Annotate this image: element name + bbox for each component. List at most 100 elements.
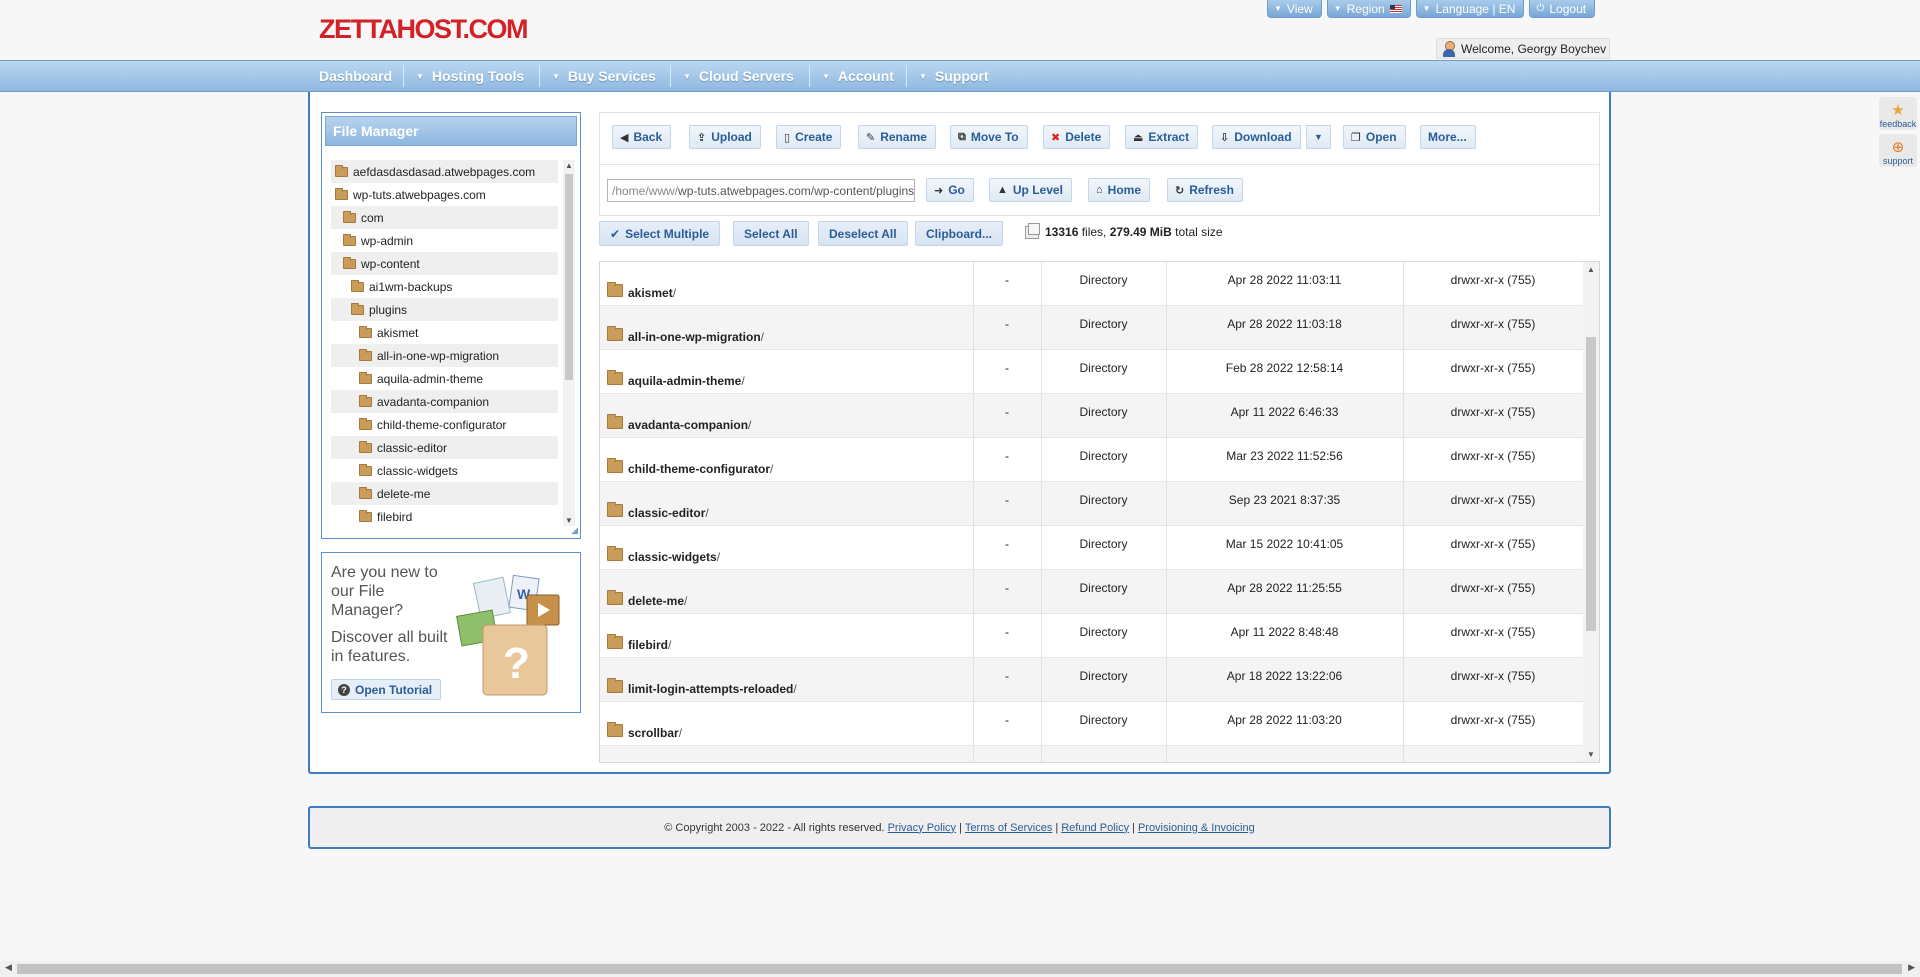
provisioning-invoicing-link[interactable]: Provisioning & Invoicing [1138,822,1255,834]
download-button[interactable]: ⇩ Download [1212,125,1301,149]
go-button[interactable]: ➜ Go [926,178,974,202]
clipboard-button[interactable]: Clipboard... [915,221,1003,246]
file-name[interactable]: limit-login-attempts-reloaded [628,682,793,696]
file-name[interactable]: avadanta-companion [628,418,748,432]
file-permissions[interactable]: drwxr-xr-x (755) [1403,262,1583,302]
tree-item[interactable]: wp-content [331,252,558,275]
language-button[interactable]: ▼ Language | EN [1415,0,1525,18]
tree-item[interactable]: filebird [331,505,558,526]
file-permissions[interactable]: drwxr-xr-x (755) [1403,302,1583,346]
file-name[interactable]: classic-editor [628,506,705,520]
tree-item[interactable]: child-theme-configurator [331,413,558,436]
scroll-thumb[interactable] [1586,337,1596,631]
file-name[interactable]: child-theme-configurator [628,462,770,476]
file-row[interactable]: all-in-one-wp-migration / - Directory Apr 28… [600,306,1583,350]
privacy-policy-link[interactable]: Privacy Policy [888,822,956,834]
tree-item[interactable]: classic-editor [331,436,558,459]
file-permissions[interactable]: drwxr-xr-x (755) [1403,566,1583,610]
file-name[interactable]: delete-me [628,594,684,608]
up-level-button[interactable]: ▲ Up Level [989,178,1072,202]
scroll-up-icon[interactable]: ▲ [563,161,575,170]
back-button[interactable]: ◀ Back [612,125,672,149]
more-button[interactable]: More... [1420,125,1476,149]
file-permissions[interactable]: drwxr-xr-x (755) [1403,478,1583,522]
tree-item[interactable]: wp-admin [331,229,558,252]
file-name[interactable]: akismet [628,286,673,300]
file-permissions[interactable]: drwxr-xr-x (755) [1403,390,1583,434]
file-row[interactable]: filebird / - Directory Apr 11 2022 8:48:48 dr… [600,614,1583,658]
nav-dashboard[interactable]: Dashboard [319,61,392,91]
file-permissions[interactable]: drwxr-xr-x (755) [1403,698,1583,742]
tree-item[interactable]: aquila-admin-theme [331,367,558,390]
tree-item[interactable]: plugins [331,298,558,321]
file-list-scrollbar[interactable]: ▲ ▼ [1583,262,1599,762]
nav-support[interactable]: ▼ Support [919,61,989,91]
tree-item[interactable]: classic-widgets [331,459,558,482]
file-row[interactable]: avadanta-companion / - Directory Apr 11 2022… [600,394,1583,438]
view-button[interactable]: ▼ View [1267,0,1322,18]
tree-item[interactable]: wp-tuts.atwebpages.com [331,183,558,206]
file-row[interactable] [600,746,1583,762]
create-button[interactable]: ▯ Create [776,125,842,149]
scroll-up-icon[interactable]: ▲ [1583,265,1599,274]
file-name[interactable]: classic-widgets [628,550,717,564]
rename-button[interactable]: ✎ Rename [858,125,936,149]
nav-buy-services[interactable]: ▼ Buy Services [552,61,656,91]
move-to-button[interactable]: ⧉ Move To [950,125,1028,149]
tree-item[interactable]: avadanta-companion [331,390,558,413]
file-row[interactable]: child-theme-configurator / - Directory Mar 2… [600,438,1583,482]
nav-account[interactable]: ▼ Account [822,61,894,91]
scroll-right-icon[interactable]: ▶ [1908,962,1915,973]
logout-button[interactable]: ⏻ Logout [1529,0,1596,18]
region-button[interactable]: ▼ Region [1326,0,1411,18]
support-widget[interactable]: ⊕ support [1879,134,1917,167]
file-row[interactable]: classic-widgets / - Directory Mar 15 2022 10… [600,526,1583,570]
tree-item[interactable]: aefdasdasdasad.atwebpages.com [331,160,558,183]
file-row[interactable]: delete-me / - Directory Apr 28 2022 11:25:55… [600,570,1583,614]
file-name[interactable]: scrollbar [628,726,679,740]
open-tutorial-button[interactable]: ? Open Tutorial [331,679,442,700]
tree-item[interactable]: akismet [331,321,558,344]
file-permissions[interactable]: drwxr-xr-x (755) [1403,346,1583,390]
file-row[interactable]: limit-login-attempts-reloaded / - Directory… [600,658,1583,702]
scroll-down-icon[interactable]: ▼ [563,516,575,525]
nav-cloud-servers[interactable]: ▼ Cloud Servers [683,61,794,91]
file-permissions[interactable]: drwxr-xr-x (755) [1403,654,1583,698]
refresh-button[interactable]: ↻ Refresh [1167,178,1243,202]
deselect-all-button[interactable]: Deselect All [818,221,908,246]
file-name[interactable]: aquila-admin-theme [628,374,741,388]
path-input[interactable]: /home/www/wp-tuts.atwebpages.com/wp-cont… [607,179,915,202]
file-row[interactable]: classic-editor / - Directory Sep 23 2021 8:3… [600,482,1583,526]
tree-scrollbar[interactable]: ▲ ▼ [563,160,575,526]
extract-button[interactable]: ⏏ Extract [1125,125,1199,149]
scroll-left-icon[interactable]: ◀ [5,962,12,973]
resize-grip-icon[interactable]: ◢ [571,525,578,536]
file-row[interactable]: aquila-admin-theme / - Directory Feb 28 2022… [600,350,1583,394]
refund-policy-link[interactable]: Refund Policy [1061,822,1129,834]
terms-of-services-link[interactable]: Terms of Services [965,822,1052,834]
file-name[interactable]: filebird [628,638,668,652]
page-horizontal-scrollbar[interactable]: ◀ ▶ [0,961,1920,977]
logo[interactable]: ZETTAHOST.COM [319,14,528,45]
file-row[interactable]: akismet / - Directory Apr 28 2022 11:03:11 dr… [600,262,1583,306]
file-permissions[interactable]: drwxr-xr-x (755) [1403,434,1583,478]
file-permissions[interactable]: drwxr-xr-x (755) [1403,522,1583,566]
file-row[interactable]: scrollbar / - Directory Apr 28 2022 11:03:20… [600,702,1583,746]
tree-item[interactable]: com [331,206,558,229]
open-button[interactable]: ❐ Open [1343,125,1406,149]
tree-item[interactable]: ai1wm-backups [331,275,558,298]
scroll-thumb[interactable] [17,964,1902,974]
home-button[interactable]: ⌂ Home [1088,178,1150,202]
scroll-thumb[interactable] [565,174,573,380]
file-permissions[interactable]: drwxr-xr-x (755) [1403,610,1583,654]
select-multiple-button[interactable]: ✔ Select Multiple [599,221,721,246]
delete-button[interactable]: ✖ Delete [1043,125,1111,149]
file-name[interactable]: all-in-one-wp-migration [628,330,761,344]
download-dropdown-button[interactable]: ▼ [1306,125,1331,149]
scroll-down-icon[interactable]: ▼ [1583,750,1599,759]
feedback-widget[interactable]: ★ feedback [1879,97,1917,130]
nav-hosting-tools[interactable]: ▼ Hosting Tools [416,61,524,91]
tree-item[interactable]: all-in-one-wp-migration [331,344,558,367]
tree-item[interactable]: delete-me [331,482,558,505]
select-all-button[interactable]: Select All [733,221,809,246]
